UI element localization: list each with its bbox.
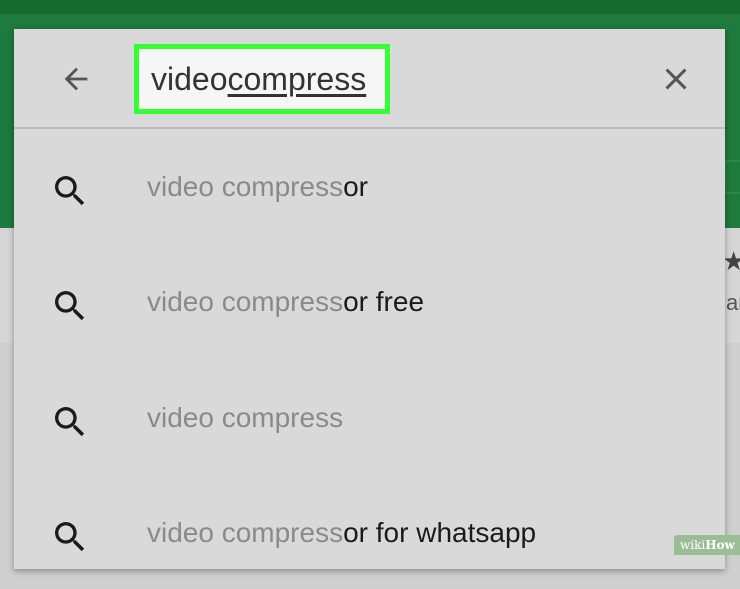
suggestion-item[interactable]: video compressor for whatsapp [14, 479, 725, 589]
search-suggestions-panel: video compress video compressor video co… [14, 29, 725, 569]
search-query-composing-text: compress [227, 60, 367, 97]
search-bar: video compress [14, 29, 725, 129]
search-icon [55, 522, 85, 552]
search-icon [55, 291, 85, 321]
suggestion-text: video compressor for whatsapp [147, 517, 537, 548]
back-button[interactable] [54, 57, 98, 101]
suggestion-item[interactable]: video compress [14, 364, 725, 474]
close-icon [665, 68, 687, 90]
arrow-left-icon [64, 67, 88, 91]
suggestion-text: video compressor free [147, 286, 425, 317]
suggestion-text: video compress [147, 402, 344, 433]
search-input[interactable]: video compress [134, 44, 390, 114]
suggestion-item[interactable]: video compressor free [14, 248, 725, 358]
suggestion-item[interactable]: video compressor [14, 133, 725, 243]
suggestion-text: video compressor [147, 171, 368, 202]
background-label: ar [726, 290, 740, 315]
clear-search-button[interactable] [654, 57, 698, 101]
background-tile [724, 160, 740, 194]
search-icon [55, 176, 85, 206]
search-icon [55, 407, 85, 437]
search-query-text: video [151, 60, 228, 97]
wikihow-watermark: wikiHow [674, 535, 740, 555]
status-bar [0, 0, 740, 14]
